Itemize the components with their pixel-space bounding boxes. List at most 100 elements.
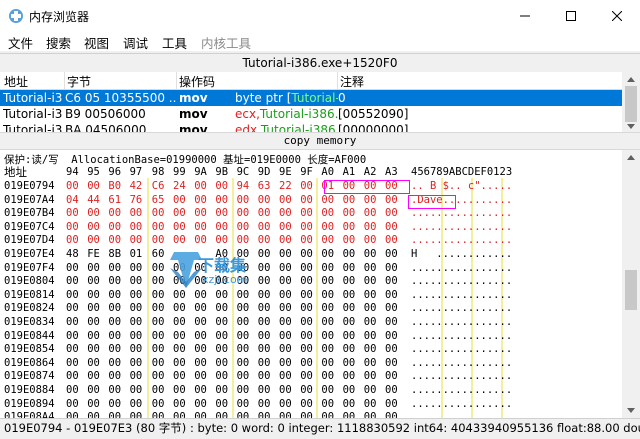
hex-byte[interactable]: 00	[237, 330, 253, 344]
hex-byte[interactable]: 00	[152, 357, 168, 371]
hex-byte[interactable]: 00	[279, 194, 295, 208]
hex-row-ascii[interactable]: ................	[411, 398, 512, 412]
hex-byte[interactable]: 00	[279, 207, 295, 221]
hex-byte[interactable]: 00	[258, 234, 274, 248]
hex-byte[interactable]: 00	[87, 275, 103, 289]
hex-byte[interactable]: 00	[364, 207, 380, 221]
hex-byte[interactable]: 00	[300, 398, 316, 412]
hex-byte[interactable]: 00	[300, 411, 316, 418]
hex-byte[interactable]: 00	[258, 370, 274, 384]
hex-row-ascii[interactable]: ................	[411, 207, 512, 221]
hex-byte[interactable]: 00	[237, 316, 253, 330]
menu-tools[interactable]: 工具	[162, 33, 187, 52]
hex-byte[interactable]: 00	[194, 398, 210, 412]
hex-byte[interactable]: 00	[343, 316, 359, 330]
col-address-header[interactable]: 地址	[4, 73, 28, 90]
hex-byte[interactable]: 00	[130, 384, 146, 398]
hex-byte[interactable]: 00	[385, 275, 401, 289]
hex-row-ascii[interactable]: ................	[411, 330, 512, 344]
hex-row[interactable]: 019E0844 00 00 00 00 00 00 00 00 00 00 00 00 00 00 00 00…	[0, 330, 622, 344]
hex-byte[interactable]: 00	[173, 302, 189, 316]
hex-row-ascii[interactable]: ................	[411, 384, 512, 398]
hex-byte[interactable]: 00	[66, 289, 82, 303]
hex-byte[interactable]: 00	[364, 248, 380, 262]
hex-byte[interactable]: 00	[258, 330, 274, 344]
hex-byte[interactable]: 00	[108, 370, 124, 384]
hex-byte[interactable]: 00	[385, 316, 401, 330]
hex-row[interactable]: 019E08A4 00 00 00 00 00 00 00 00 00 00 00 00 00 00 00 00…	[0, 411, 622, 418]
hex-byte[interactable]: 00	[343, 330, 359, 344]
hex-byte[interactable]: 00	[364, 330, 380, 344]
hex-byte[interactable]: 00	[173, 411, 189, 418]
hex-byte[interactable]: 00	[215, 398, 231, 412]
hex-byte[interactable]: 00	[343, 262, 359, 276]
hex-byte[interactable]: 00	[300, 384, 316, 398]
hex-byte[interactable]: 00	[87, 398, 103, 412]
hex-byte[interactable]: 00	[130, 411, 146, 418]
hex-byte[interactable]: 00	[237, 384, 253, 398]
hex-byte[interactable]: FE	[87, 248, 103, 262]
hex-byte[interactable]: 00	[66, 411, 82, 418]
hex-byte[interactable]: 00	[194, 302, 210, 316]
hex-byte[interactable]: 00	[385, 262, 401, 276]
hex-byte[interactable]: 00	[108, 357, 124, 371]
hex-byte[interactable]: 00	[364, 234, 380, 248]
hex-row[interactable]: 019E07E4 48 FE 8B 01 60 A0 00 00 00 00 00 00 00 00 H ..…	[0, 248, 622, 262]
hex-byte[interactable]: 00	[385, 398, 401, 412]
hex-byte[interactable]: 00	[66, 221, 82, 235]
hex-byte[interactable]: 00	[108, 234, 124, 248]
hex-byte[interactable]: 00	[130, 343, 146, 357]
hex-byte[interactable]: 00	[130, 262, 146, 276]
hex-byte[interactable]: 00	[385, 234, 401, 248]
hex-row[interactable]: 019E0814 00 00 00 00 00 00 00 00 00 00 00 00 00 00 00 00…	[0, 289, 622, 303]
hex-byte[interactable]: 00	[321, 248, 337, 262]
hex-byte[interactable]: 00	[152, 411, 168, 418]
hex-byte[interactable]: 00	[385, 221, 401, 235]
hex-byte[interactable]: 00	[152, 343, 168, 357]
hex-byte[interactable]: 00	[237, 411, 253, 418]
hex-byte[interactable]: 00	[66, 316, 82, 330]
hex-byte[interactable]: 00	[215, 221, 231, 235]
hex-byte[interactable]: 00	[385, 357, 401, 371]
hex-byte[interactable]: 00	[130, 316, 146, 330]
hex-byte[interactable]: 00	[108, 411, 124, 418]
hex-byte[interactable]: 00	[108, 221, 124, 235]
hex-byte[interactable]: 00	[279, 411, 295, 418]
hex-byte[interactable]: 00	[385, 330, 401, 344]
hex-byte[interactable]: 00	[385, 248, 401, 262]
hex-byte[interactable]: 00	[194, 194, 210, 208]
hex-byte[interactable]: 00	[66, 370, 82, 384]
hex-row-ascii[interactable]: ................	[411, 370, 512, 384]
hex-byte[interactable]: 00	[279, 234, 295, 248]
hex-byte[interactable]: 00	[364, 221, 380, 235]
hex-byte[interactable]: 00	[279, 330, 295, 344]
hex-byte[interactable]: 63	[258, 180, 274, 194]
hex-byte[interactable]: 00	[130, 289, 146, 303]
hex-byte[interactable]: 00	[66, 275, 82, 289]
hex-byte[interactable]: 00	[385, 384, 401, 398]
hex-byte[interactable]: 00	[237, 343, 253, 357]
hex-row-ascii[interactable]: ................	[411, 316, 512, 330]
hex-byte[interactable]: 44	[87, 194, 103, 208]
hex-byte[interactable]: C6	[152, 180, 168, 194]
hex-byte[interactable]: 00	[66, 343, 82, 357]
hex-byte[interactable]: 00	[215, 411, 231, 418]
hex-byte[interactable]: 00	[258, 411, 274, 418]
hex-byte[interactable]: 00	[343, 289, 359, 303]
close-button[interactable]	[594, 0, 640, 31]
hex-row[interactable]: 019E07F4 00 00 00 00 00 00 00 00 00 00 00 00 00 00 00 00…	[0, 262, 622, 276]
hex-byte[interactable]: 01	[130, 248, 146, 262]
hex-byte[interactable]: 00	[300, 316, 316, 330]
hex-byte[interactable]: 00	[237, 194, 253, 208]
disasm-row[interactable]: Tutorial-i3 B9 00506000 mov ecx,Tutorial…	[0, 106, 622, 122]
hex-byte[interactable]: 00	[130, 234, 146, 248]
hex-byte[interactable]: 00	[87, 343, 103, 357]
hex-byte[interactable]: 00	[279, 275, 295, 289]
hex-byte[interactable]: 00	[364, 411, 380, 418]
hex-byte[interactable]: 00	[258, 316, 274, 330]
hex-byte[interactable]: 00	[66, 302, 82, 316]
hex-byte[interactable]: B0	[108, 180, 124, 194]
hex-byte[interactable]: 00	[194, 343, 210, 357]
hex-byte[interactable]: 00	[152, 221, 168, 235]
hex-byte[interactable]: 00	[152, 316, 168, 330]
